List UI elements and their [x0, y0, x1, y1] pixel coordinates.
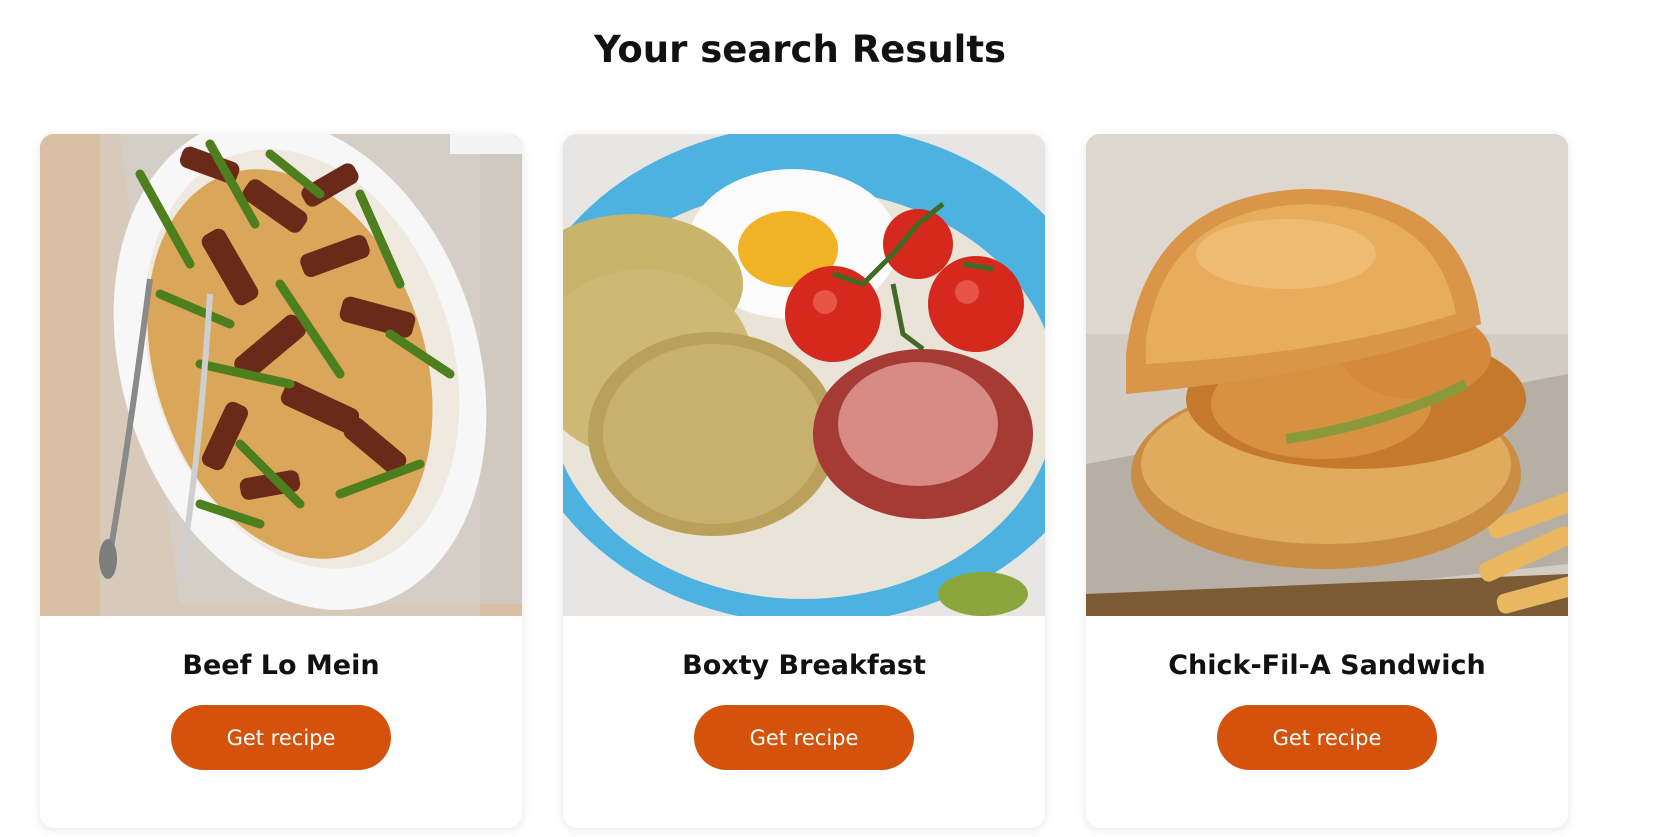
page-title: Your search Results: [593, 28, 1007, 71]
recipe-title: Beef Lo Mein: [182, 650, 380, 681]
chick-fil-a-sandwich-photo[interactable]: [1086, 134, 1568, 616]
recipe-title: Boxty Breakfast: [682, 650, 926, 681]
recipe-card: Chick-Fil-A Sandwich Get recipe: [1086, 134, 1568, 828]
recipe-card: Boxty Breakfast Get recipe: [563, 134, 1045, 828]
get-recipe-button[interactable]: Get recipe: [1217, 705, 1437, 770]
recipe-card: Beef Lo Mein Get recipe: [40, 134, 522, 828]
beef-lo-mein-photo[interactable]: [40, 134, 522, 616]
boxty-breakfast-photo[interactable]: [563, 134, 1045, 616]
recipe-title: Chick-Fil-A Sandwich: [1168, 650, 1486, 681]
search-results-grid: Beef Lo Mein Get recipe Boxty Breakfast …: [40, 134, 1568, 828]
get-recipe-button[interactable]: Get recipe: [171, 705, 391, 770]
get-recipe-button[interactable]: Get recipe: [694, 705, 914, 770]
